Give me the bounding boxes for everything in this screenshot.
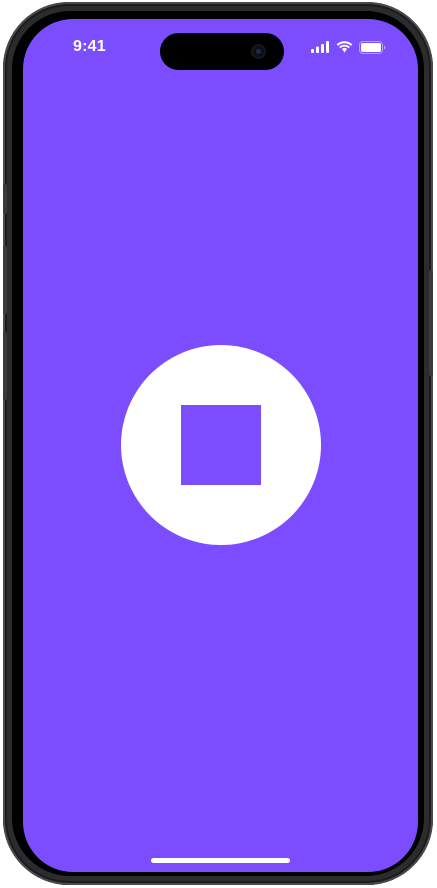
- phone-frame: 9:41: [3, 2, 433, 885]
- action-button: [3, 184, 7, 214]
- volume-down-button: [3, 332, 7, 400]
- front-camera-icon: [251, 44, 266, 59]
- power-button: [429, 270, 433, 376]
- battery-icon: [359, 40, 386, 54]
- volume-up-button: [3, 246, 7, 314]
- wifi-icon: [336, 41, 353, 53]
- status-icons: [311, 40, 386, 54]
- cellular-signal-icon: [311, 41, 330, 53]
- app-screen: 9:41: [23, 19, 418, 872]
- status-time: 9:41: [73, 38, 106, 55]
- home-indicator[interactable]: [151, 858, 290, 863]
- stop-button[interactable]: [121, 345, 321, 545]
- stop-icon: [181, 405, 261, 485]
- status-bar: 9:41: [23, 19, 418, 73]
- dynamic-island: [160, 33, 284, 70]
